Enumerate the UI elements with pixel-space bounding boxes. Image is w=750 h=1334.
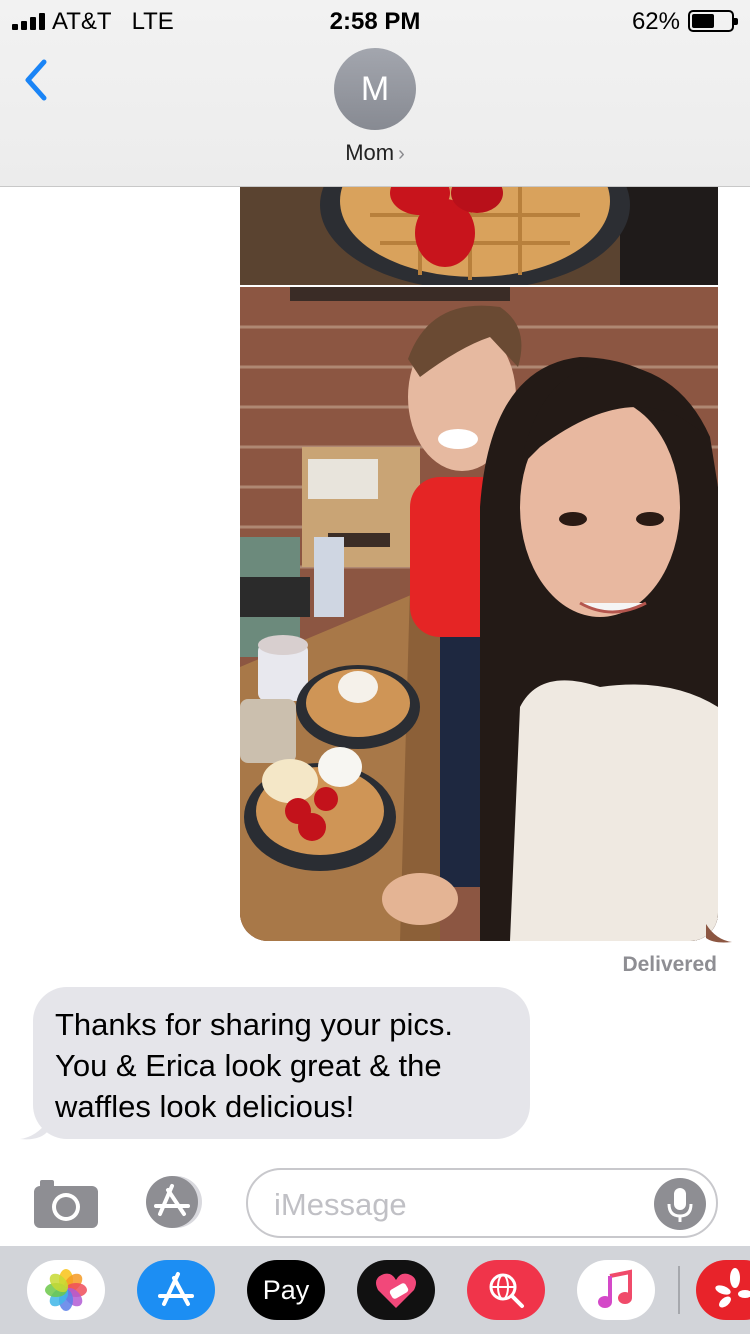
photos-app-button[interactable] (27, 1260, 105, 1320)
apple-pay-label: Pay (262, 1274, 310, 1305)
app-drawer-divider (678, 1266, 680, 1314)
microphone-button[interactable] (654, 1178, 706, 1230)
back-button[interactable] (18, 56, 62, 106)
photos-icon (45, 1269, 87, 1311)
battery-fill (692, 14, 715, 28)
yelp-burst-icon (715, 1268, 750, 1308)
compose-bar: iMessage (0, 1160, 750, 1246)
web-images-search-app-button[interactable] (467, 1260, 545, 1320)
contact-name: Mom (345, 140, 395, 165)
music-app-button[interactable] (577, 1260, 655, 1320)
imessage-app-drawer: Pay (0, 1246, 750, 1334)
message-thread[interactable]: Delivered Thanks for sharing your pics. … (0, 185, 750, 1167)
app-store-icon (146, 1176, 202, 1228)
app-store-icon (158, 1272, 194, 1306)
chevron-right-icon: › (398, 143, 405, 165)
yelp-app-button[interactable] (696, 1260, 750, 1320)
delivered-status: Delivered (622, 953, 717, 976)
music-note-icon (598, 1269, 632, 1308)
chevron-left-icon (25, 59, 47, 101)
heart-icon (376, 1273, 416, 1308)
sent-photo-waffles[interactable] (240, 185, 718, 285)
battery-icon (688, 10, 738, 32)
battery-percent: 62% (631, 8, 680, 35)
imessage-placeholder: iMessage (274, 1187, 407, 1222)
conversation-header: AT&T LTE 2:58 PM 62% M Mom › (0, 0, 750, 187)
camera-button[interactable] (32, 1174, 100, 1230)
app-store-app-button[interactable] (137, 1260, 215, 1320)
sent-photo-selfie[interactable] (240, 287, 718, 941)
contact-avatar[interactable]: M (334, 48, 416, 130)
digital-touch-app-button[interactable] (357, 1260, 435, 1320)
microphone-icon (667, 1188, 693, 1222)
contact-name-button[interactable]: Mom › (0, 140, 750, 166)
outgoing-bubble-tail (706, 924, 732, 943)
app-store-drawer-button[interactable] (140, 1174, 212, 1230)
camera-icon (34, 1180, 98, 1228)
imessage-input[interactable]: iMessage (246, 1168, 718, 1238)
globe-search-icon (489, 1273, 524, 1308)
apple-pay-app-button[interactable]: Pay (247, 1260, 325, 1320)
incoming-message-bubble[interactable]: Thanks for sharing your pics. You & Eric… (33, 987, 530, 1139)
status-bar: AT&T LTE 2:58 PM 62% (0, 0, 750, 40)
incoming-bubble-tail (20, 1121, 48, 1140)
